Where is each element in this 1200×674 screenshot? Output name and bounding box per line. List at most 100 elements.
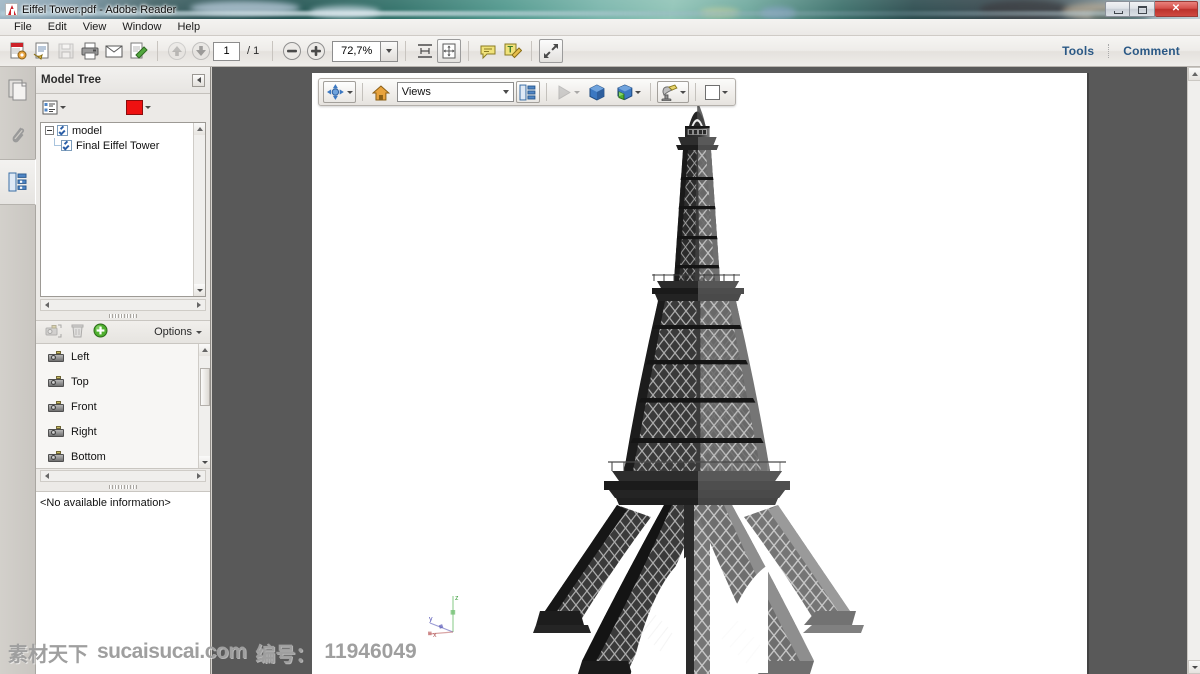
title-bar: Eiffel Tower.pdf - Adobe Reader ✕ [0, 0, 1200, 19]
close-button[interactable]: ✕ [1155, 1, 1198, 17]
view-item-label: Front [71, 400, 97, 413]
scroll-right-button[interactable] [193, 300, 205, 310]
scroll-down-button[interactable] [194, 284, 205, 296]
minimize-button[interactable] [1105, 1, 1130, 17]
scroll-down-button[interactable] [199, 456, 210, 468]
trash-icon [71, 324, 84, 337]
capture-view-button[interactable] [44, 323, 62, 342]
window-title: Eiffel Tower.pdf - Adobe Reader [22, 3, 177, 16]
tree-node-model[interactable]: model [41, 123, 205, 138]
svg-text:x: x [433, 632, 437, 638]
expander-collapse-icon[interactable] [45, 126, 54, 135]
add-view-button[interactable] [93, 323, 108, 341]
panel-splitter-top[interactable] [36, 311, 210, 320]
view-item-left[interactable]: Left [36, 344, 210, 369]
views-vertical-scrollbar[interactable] [198, 344, 210, 468]
expand-arrows-icon [544, 44, 559, 58]
document-viewport[interactable]: Views z y x [212, 67, 1187, 674]
checkbox-checked-icon[interactable] [57, 125, 68, 136]
view-options-button[interactable] [42, 100, 66, 115]
save-copy-button[interactable] [30, 39, 54, 63]
color-picker-button[interactable] [126, 99, 151, 115]
page-number-input[interactable]: 1 [213, 41, 240, 61]
scroll-up-button[interactable] [199, 344, 210, 356]
rail-item-model-tree[interactable] [0, 159, 36, 205]
checkbox-checked-icon[interactable] [61, 140, 72, 151]
model-tree-list[interactable]: model Final Eiffel Tower [40, 122, 206, 297]
fit-width-button[interactable] [413, 39, 437, 63]
chevron-down-icon [573, 90, 580, 94]
view-item-front[interactable]: Front [36, 394, 210, 419]
menu-file[interactable]: File [6, 20, 40, 34]
play-animation-button[interactable] [553, 81, 583, 103]
delete-view-button[interactable] [70, 323, 85, 342]
use-perspective-button[interactable] [585, 81, 609, 103]
zoom-out-button[interactable] [280, 39, 304, 63]
panel-collapse-button[interactable] [192, 73, 205, 87]
views-list[interactable]: Left Top Front Right Bottom [36, 344, 210, 469]
rail-item-page-thumbnails[interactable] [0, 67, 36, 113]
rail-item-attachments[interactable] [0, 113, 36, 159]
menu-edit[interactable]: Edit [40, 20, 75, 34]
model-tree-horizontal-scrollbar[interactable] [40, 299, 206, 311]
panel-header: Model Tree [36, 67, 210, 94]
fit-page-button[interactable] [437, 39, 462, 63]
scroll-right-button[interactable] [193, 471, 205, 481]
chevron-down-icon [202, 460, 208, 464]
save-button[interactable] [54, 39, 78, 63]
views-horizontal-scrollbar[interactable] [40, 470, 206, 482]
default-view-button[interactable] [369, 81, 393, 103]
email-button[interactable] [102, 39, 126, 63]
eiffel-tower-3d-model[interactable] [312, 73, 1087, 674]
adobe-reader-window: Eiffel Tower.pdf - Adobe Reader ✕ File E… [0, 0, 1200, 674]
lighting-button[interactable] [657, 81, 690, 103]
scroll-up-button[interactable] [1188, 67, 1200, 81]
tree-node-final-eiffel-tower[interactable]: Final Eiffel Tower [41, 138, 205, 153]
add-comment-button[interactable] [476, 39, 500, 63]
toggle-model-tree-button[interactable] [515, 81, 540, 103]
comment-pane-button[interactable]: Comment [1108, 44, 1194, 58]
create-pdf-button[interactable] [6, 39, 30, 63]
model-render-mode-button[interactable] [611, 81, 645, 103]
scroll-up-button[interactable] [194, 123, 205, 135]
scroll-thumb[interactable] [200, 368, 210, 406]
main-toolbar: 1 / 1 72,7% T Tools Comment [0, 36, 1200, 67]
read-mode-button[interactable] [539, 39, 564, 63]
menu-view[interactable]: View [75, 20, 115, 34]
camera-icon [48, 426, 64, 437]
background-color-swatch [705, 84, 721, 100]
highlight-text-button[interactable]: T [500, 39, 524, 63]
views-options-button[interactable]: Options [154, 326, 202, 338]
view-item-right[interactable]: Right [36, 419, 210, 444]
maximize-icon [1138, 6, 1147, 14]
navigation-rail [0, 67, 36, 674]
zoom-in-button[interactable] [304, 39, 328, 63]
toolbar-right-links: Tools Comment [1048, 44, 1194, 58]
panel-splitter-bottom[interactable] [36, 482, 210, 491]
sign-button[interactable] [126, 39, 150, 63]
pdf-page[interactable]: Views z y x [312, 73, 1087, 674]
next-page-button[interactable] [189, 39, 213, 63]
views-dropdown[interactable]: Views [396, 82, 514, 102]
text-highlight-icon: T [504, 43, 523, 59]
zoom-dropdown-button[interactable] [380, 40, 399, 62]
scroll-down-button[interactable] [1188, 660, 1200, 674]
maximize-button[interactable] [1130, 1, 1155, 17]
view-item-bottom[interactable]: Bottom [36, 444, 210, 468]
chevron-down-icon [346, 90, 353, 94]
play-icon [558, 84, 571, 100]
model-tree-vertical-scrollbar[interactable] [193, 123, 205, 296]
menu-window[interactable]: Window [114, 20, 169, 34]
print-button[interactable] [78, 39, 102, 63]
add-green-icon [93, 323, 108, 338]
view-item-top[interactable]: Top [36, 369, 210, 394]
zoom-level-input[interactable]: 72,7% [332, 40, 381, 62]
menu-help[interactable]: Help [169, 20, 208, 34]
scroll-left-button[interactable] [41, 300, 53, 310]
rotate-tool-button[interactable] [323, 81, 356, 103]
document-vertical-scrollbar[interactable] [1187, 67, 1200, 674]
tools-button[interactable]: Tools [1048, 44, 1108, 58]
previous-page-button[interactable] [165, 39, 189, 63]
background-color-button[interactable] [702, 81, 731, 103]
scroll-left-button[interactable] [41, 471, 53, 481]
